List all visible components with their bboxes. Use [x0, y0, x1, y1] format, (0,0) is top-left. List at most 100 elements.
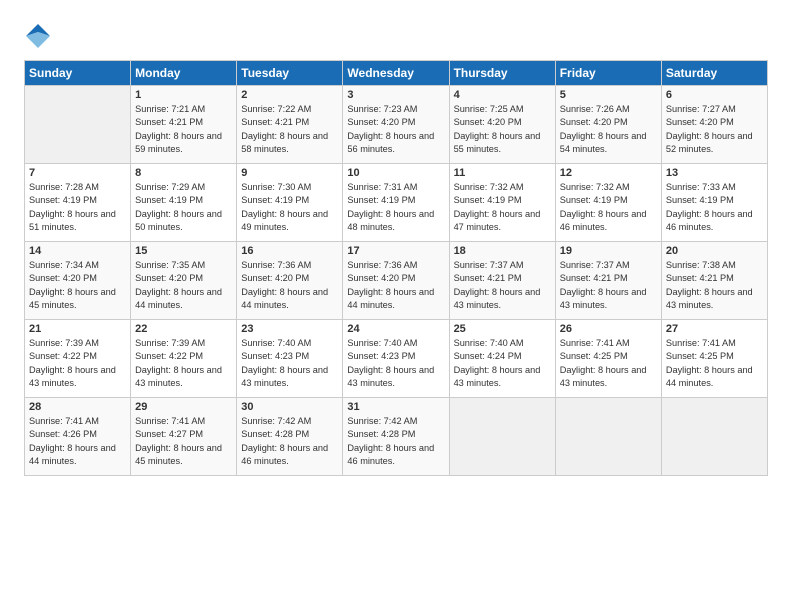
- day-info: Sunrise: 7:42 AMSunset: 4:28 PMDaylight:…: [241, 415, 338, 468]
- calendar-cell: 18 Sunrise: 7:37 AMSunset: 4:21 PMDayligh…: [449, 242, 555, 320]
- sunset-text: Sunset: 4:20 PM: [666, 116, 763, 129]
- sunrise-text: Sunrise: 7:33 AM: [666, 181, 763, 194]
- sunrise-text: Sunrise: 7:41 AM: [666, 337, 763, 350]
- day-info: Sunrise: 7:39 AMSunset: 4:22 PMDaylight:…: [135, 337, 232, 390]
- sunset-text: Sunset: 4:21 PM: [241, 116, 338, 129]
- day-number: 21: [29, 323, 126, 335]
- sunset-text: Sunset: 4:20 PM: [29, 272, 126, 285]
- weekday-header: Friday: [555, 61, 661, 86]
- sunrise-text: Sunrise: 7:29 AM: [135, 181, 232, 194]
- calendar-cell: 25Sunrise: 7:40 AMSunset: 4:24 PMDayligh…: [449, 320, 555, 398]
- calendar-cell: 6Sunrise: 7:27 AMSunset: 4:20 PMDaylight…: [661, 86, 767, 164]
- sunset-text: Sunset: 4:19 PM: [347, 194, 444, 207]
- day-info: Sunrise: 7:41 AMSunset: 4:26 PMDaylight:…: [29, 415, 126, 468]
- header-area: [24, 18, 768, 50]
- sunset-text: Sunset: 4:19 PM: [666, 194, 763, 207]
- calendar-cell: [449, 398, 555, 476]
- sunrise-text: Sunrise: 7:21 AM: [135, 103, 232, 116]
- day-number: 18: [454, 245, 551, 257]
- daylight-text: Daylight: 8 hours and 43 minutes.: [241, 364, 338, 391]
- day-info: Sunrise: 7:41 AMSunset: 4:25 PMDaylight:…: [560, 337, 657, 390]
- day-info: Sunrise: 7:37 AMSunset: 4:21 PMDaylight:…: [454, 259, 551, 312]
- sunset-text: Sunset: 4:26 PM: [29, 428, 126, 441]
- day-number: 15: [135, 245, 232, 257]
- day-number: 28: [29, 401, 126, 413]
- calendar-cell: 15 Sunrise: 7:35 AMSunset: 4:20 PMDayligh…: [131, 242, 237, 320]
- sunset-text: Sunset: 4:28 PM: [347, 428, 444, 441]
- logo: [24, 22, 56, 50]
- day-info: Sunrise: 7:28 AMSunset: 4:19 PMDaylight:…: [29, 181, 126, 234]
- calendar-cell: 2Sunrise: 7:22 AMSunset: 4:21 PMDaylight…: [237, 86, 343, 164]
- day-number: 31: [347, 401, 444, 413]
- sunset-text: Sunset: 4:22 PM: [29, 350, 126, 363]
- sunset-text: Sunset: 4:21 PM: [560, 272, 657, 285]
- sunrise-text: Sunrise: 7:23 AM: [347, 103, 444, 116]
- day-number: 12: [560, 167, 657, 179]
- calendar-cell: 9Sunrise: 7:30 AMSunset: 4:19 PMDaylight…: [237, 164, 343, 242]
- daylight-text: Daylight: 8 hours and 44 minutes.: [666, 364, 763, 391]
- logo-icon: [24, 22, 52, 50]
- sunrise-text: Sunrise: 7:25 AM: [454, 103, 551, 116]
- daylight-text: Daylight: 8 hours and 46 minutes.: [666, 208, 763, 235]
- day-number: 10: [347, 167, 444, 179]
- sunset-text: Sunset: 4:20 PM: [347, 116, 444, 129]
- day-info: Sunrise: 7:41 AMSunset: 4:27 PMDaylight:…: [135, 415, 232, 468]
- sunrise-text: Sunrise: 7:27 AM: [666, 103, 763, 116]
- day-info: Sunrise: 7:35 AMSunset: 4:20 PMDaylight:…: [135, 259, 232, 312]
- sunrise-text: Sunrise: 7:40 AM: [454, 337, 551, 350]
- sunrise-text: Sunrise: 7:36 AM: [241, 259, 338, 272]
- calendar-week-row: 7Sunrise: 7:28 AMSunset: 4:19 PMDaylight…: [25, 164, 768, 242]
- sunrise-text: Sunrise: 7:34 AM: [29, 259, 126, 272]
- day-info: Sunrise: 7:39 AMSunset: 4:22 PMDaylight:…: [29, 337, 126, 390]
- daylight-text: Daylight: 8 hours and 43 minutes.: [347, 364, 444, 391]
- sunset-text: Sunset: 4:21 PM: [454, 272, 551, 285]
- calendar-cell: [555, 398, 661, 476]
- day-info: Sunrise: 7:42 AMSunset: 4:28 PMDaylight:…: [347, 415, 444, 468]
- calendar-cell: [661, 398, 767, 476]
- daylight-text: Daylight: 8 hours and 56 minutes.: [347, 130, 444, 157]
- sunrise-text: Sunrise: 7:28 AM: [29, 181, 126, 194]
- calendar-cell: 17Sunrise: 7:36 AMSunset: 4:20 PMDayligh…: [343, 242, 449, 320]
- daylight-text: Daylight: 8 hours and 44 minutes.: [135, 286, 232, 313]
- day-number: 4: [454, 89, 551, 101]
- day-number: 29: [135, 401, 232, 413]
- day-number: 26: [560, 323, 657, 335]
- day-info: Sunrise: 7:23 AMSunset: 4:20 PMDaylight:…: [347, 103, 444, 156]
- day-number: 23: [241, 323, 338, 335]
- sunset-text: Sunset: 4:28 PM: [241, 428, 338, 441]
- daylight-text: Daylight: 8 hours and 43 minutes.: [454, 286, 551, 313]
- day-number: 24: [347, 323, 444, 335]
- day-info: Sunrise: 7:32 AMSunset: 4:19 PMDaylight:…: [454, 181, 551, 234]
- sunset-text: Sunset: 4:19 PM: [454, 194, 551, 207]
- calendar-cell: 31 Sunrise: 7:42 AMSunset: 4:28 PMDayligh…: [343, 398, 449, 476]
- day-info: Sunrise: 7:29 AMSunset: 4:19 PMDaylight:…: [135, 181, 232, 234]
- day-info: Sunrise: 7:33 AMSunset: 4:19 PMDaylight:…: [666, 181, 763, 234]
- daylight-text: Daylight: 8 hours and 46 minutes.: [241, 442, 338, 469]
- day-number: 30: [241, 401, 338, 413]
- sunrise-text: Sunrise: 7:36 AM: [347, 259, 444, 272]
- day-number: 11: [454, 167, 551, 179]
- daylight-text: Daylight: 8 hours and 43 minutes.: [666, 286, 763, 313]
- day-info: Sunrise: 7:32 AMSunset: 4:19 PMDaylight:…: [560, 181, 657, 234]
- day-info: Sunrise: 7:27 AMSunset: 4:20 PMDaylight:…: [666, 103, 763, 156]
- calendar-cell: 19Sunrise: 7:37 AMSunset: 4:21 PMDayligh…: [555, 242, 661, 320]
- sunrise-text: Sunrise: 7:41 AM: [560, 337, 657, 350]
- sunrise-text: Sunrise: 7:42 AM: [241, 415, 338, 428]
- day-info: Sunrise: 7:40 AMSunset: 4:23 PMDaylight:…: [347, 337, 444, 390]
- day-info: Sunrise: 7:37 AMSunset: 4:21 PMDaylight:…: [560, 259, 657, 312]
- day-info: Sunrise: 7:22 AMSunset: 4:21 PMDaylight:…: [241, 103, 338, 156]
- calendar-cell: 14Sunrise: 7:34 AMSunset: 4:20 PMDayligh…: [25, 242, 131, 320]
- day-number: 1: [135, 89, 232, 101]
- daylight-text: Daylight: 8 hours and 58 minutes.: [241, 130, 338, 157]
- daylight-text: Daylight: 8 hours and 43 minutes.: [560, 364, 657, 391]
- daylight-text: Daylight: 8 hours and 50 minutes.: [135, 208, 232, 235]
- daylight-text: Daylight: 8 hours and 44 minutes.: [29, 442, 126, 469]
- sunset-text: Sunset: 4:21 PM: [666, 272, 763, 285]
- day-number: 7: [29, 167, 126, 179]
- day-info: Sunrise: 7:40 AMSunset: 4:24 PMDaylight:…: [454, 337, 551, 390]
- day-number: 3: [347, 89, 444, 101]
- calendar-cell: 10Sunrise: 7:31 AMSunset: 4:19 PMDayligh…: [343, 164, 449, 242]
- day-number: 22: [135, 323, 232, 335]
- daylight-text: Daylight: 8 hours and 55 minutes.: [454, 130, 551, 157]
- sunrise-text: Sunrise: 7:40 AM: [347, 337, 444, 350]
